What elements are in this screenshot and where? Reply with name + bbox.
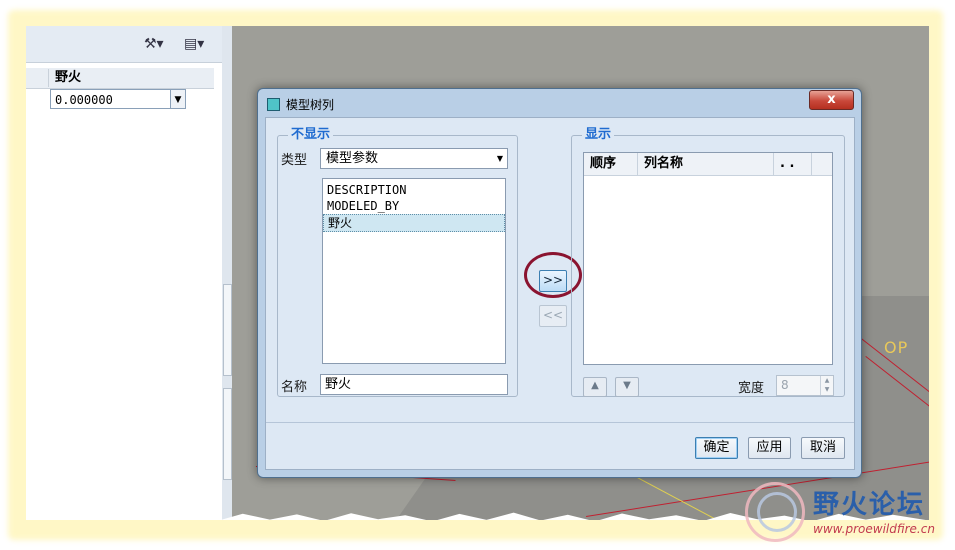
not-shown-list[interactable]: DESCRIPTION MODELED_BY 野火 <box>322 178 506 364</box>
datum-label: OP <box>884 338 909 357</box>
table-header: 顺序 列名称 . . <box>584 153 832 176</box>
type-label: 类型 <box>281 153 308 168</box>
type-select[interactable]: 模型参数 ▼ <box>320 148 508 169</box>
list-item-selected[interactable]: 野火 <box>323 214 505 232</box>
apply-button[interactable]: 应用 <box>748 437 791 459</box>
column-header-name[interactable]: 列名称 <box>638 153 774 175</box>
column-header-yehuo[interactable]: 野火 <box>48 69 221 87</box>
shown-label: 显示 <box>582 127 615 143</box>
close-button[interactable]: x <box>809 90 854 110</box>
dialog-titlebar[interactable]: 模型树列 x <box>258 89 861 117</box>
footer-separator <box>266 422 854 423</box>
shown-columns-table[interactable]: 顺序 列名称 . . <box>583 152 833 365</box>
watermark-text: 野火论坛 <box>813 490 926 520</box>
column-header-order[interactable]: 顺序 <box>584 153 638 175</box>
list-item[interactable]: MODELED_BY <box>323 198 505 214</box>
ok-button[interactable]: 确定 <box>695 437 738 459</box>
model-tree-columns-dialog: 模型树列 x 不显示 类型 模型参数 ▼ DESCRIPTION MODELED… <box>257 88 862 478</box>
column-header-more[interactable]: . . <box>774 153 812 175</box>
move-up-icon[interactable]: ▲ <box>583 377 607 397</box>
model-tree-toolbar: ⚒▾ ▤▾ <box>26 26 222 63</box>
tools-icon[interactable]: ⚒▾ <box>144 36 164 52</box>
not-shown-label: 不显示 <box>288 127 334 143</box>
type-select-value: 模型参数 <box>326 151 379 166</box>
splitter-handle[interactable] <box>223 388 232 480</box>
dialog-app-icon <box>267 98 280 111</box>
move-left-button[interactable]: << <box>539 305 567 327</box>
chevron-down-icon: ▼ <box>496 154 503 163</box>
width-spinner[interactable]: 8 ▲ ▼ <box>776 375 834 396</box>
list-settings-icon[interactable]: ▤▾ <box>184 36 204 52</box>
model-tree-panel: ⚒▾ ▤▾ 野火 0.000000 ▼ <box>26 26 223 520</box>
splitter-handle[interactable] <box>223 284 232 376</box>
chevron-down-icon[interactable]: ▼ <box>170 89 186 109</box>
watermark-logo-icon <box>757 492 797 532</box>
cancel-button[interactable]: 取消 <box>801 437 845 459</box>
parameter-value-field[interactable]: 0.000000 <box>50 89 185 109</box>
dialog-body: 不显示 类型 模型参数 ▼ DESCRIPTION MODELED_BY 野火 … <box>265 117 855 470</box>
list-item[interactable]: DESCRIPTION <box>323 182 505 198</box>
forum-watermark: 野火论坛 www.proewildfire.cn <box>745 478 945 548</box>
model-tree-header: 野火 <box>26 68 214 89</box>
name-label: 名称 <box>281 380 308 395</box>
width-label: 宽度 <box>738 381 765 396</box>
width-value: 8 <box>781 378 789 392</box>
move-down-icon[interactable]: ▼ <box>615 377 639 397</box>
spinner-arrows-icon[interactable]: ▲ ▼ <box>820 376 833 395</box>
name-field[interactable]: 野火 <box>320 374 508 395</box>
move-right-button[interactable]: >> <box>539 270 567 292</box>
watermark-url: www.proewildfire.cn <box>813 522 935 536</box>
dialog-title: 模型树列 <box>286 98 335 112</box>
